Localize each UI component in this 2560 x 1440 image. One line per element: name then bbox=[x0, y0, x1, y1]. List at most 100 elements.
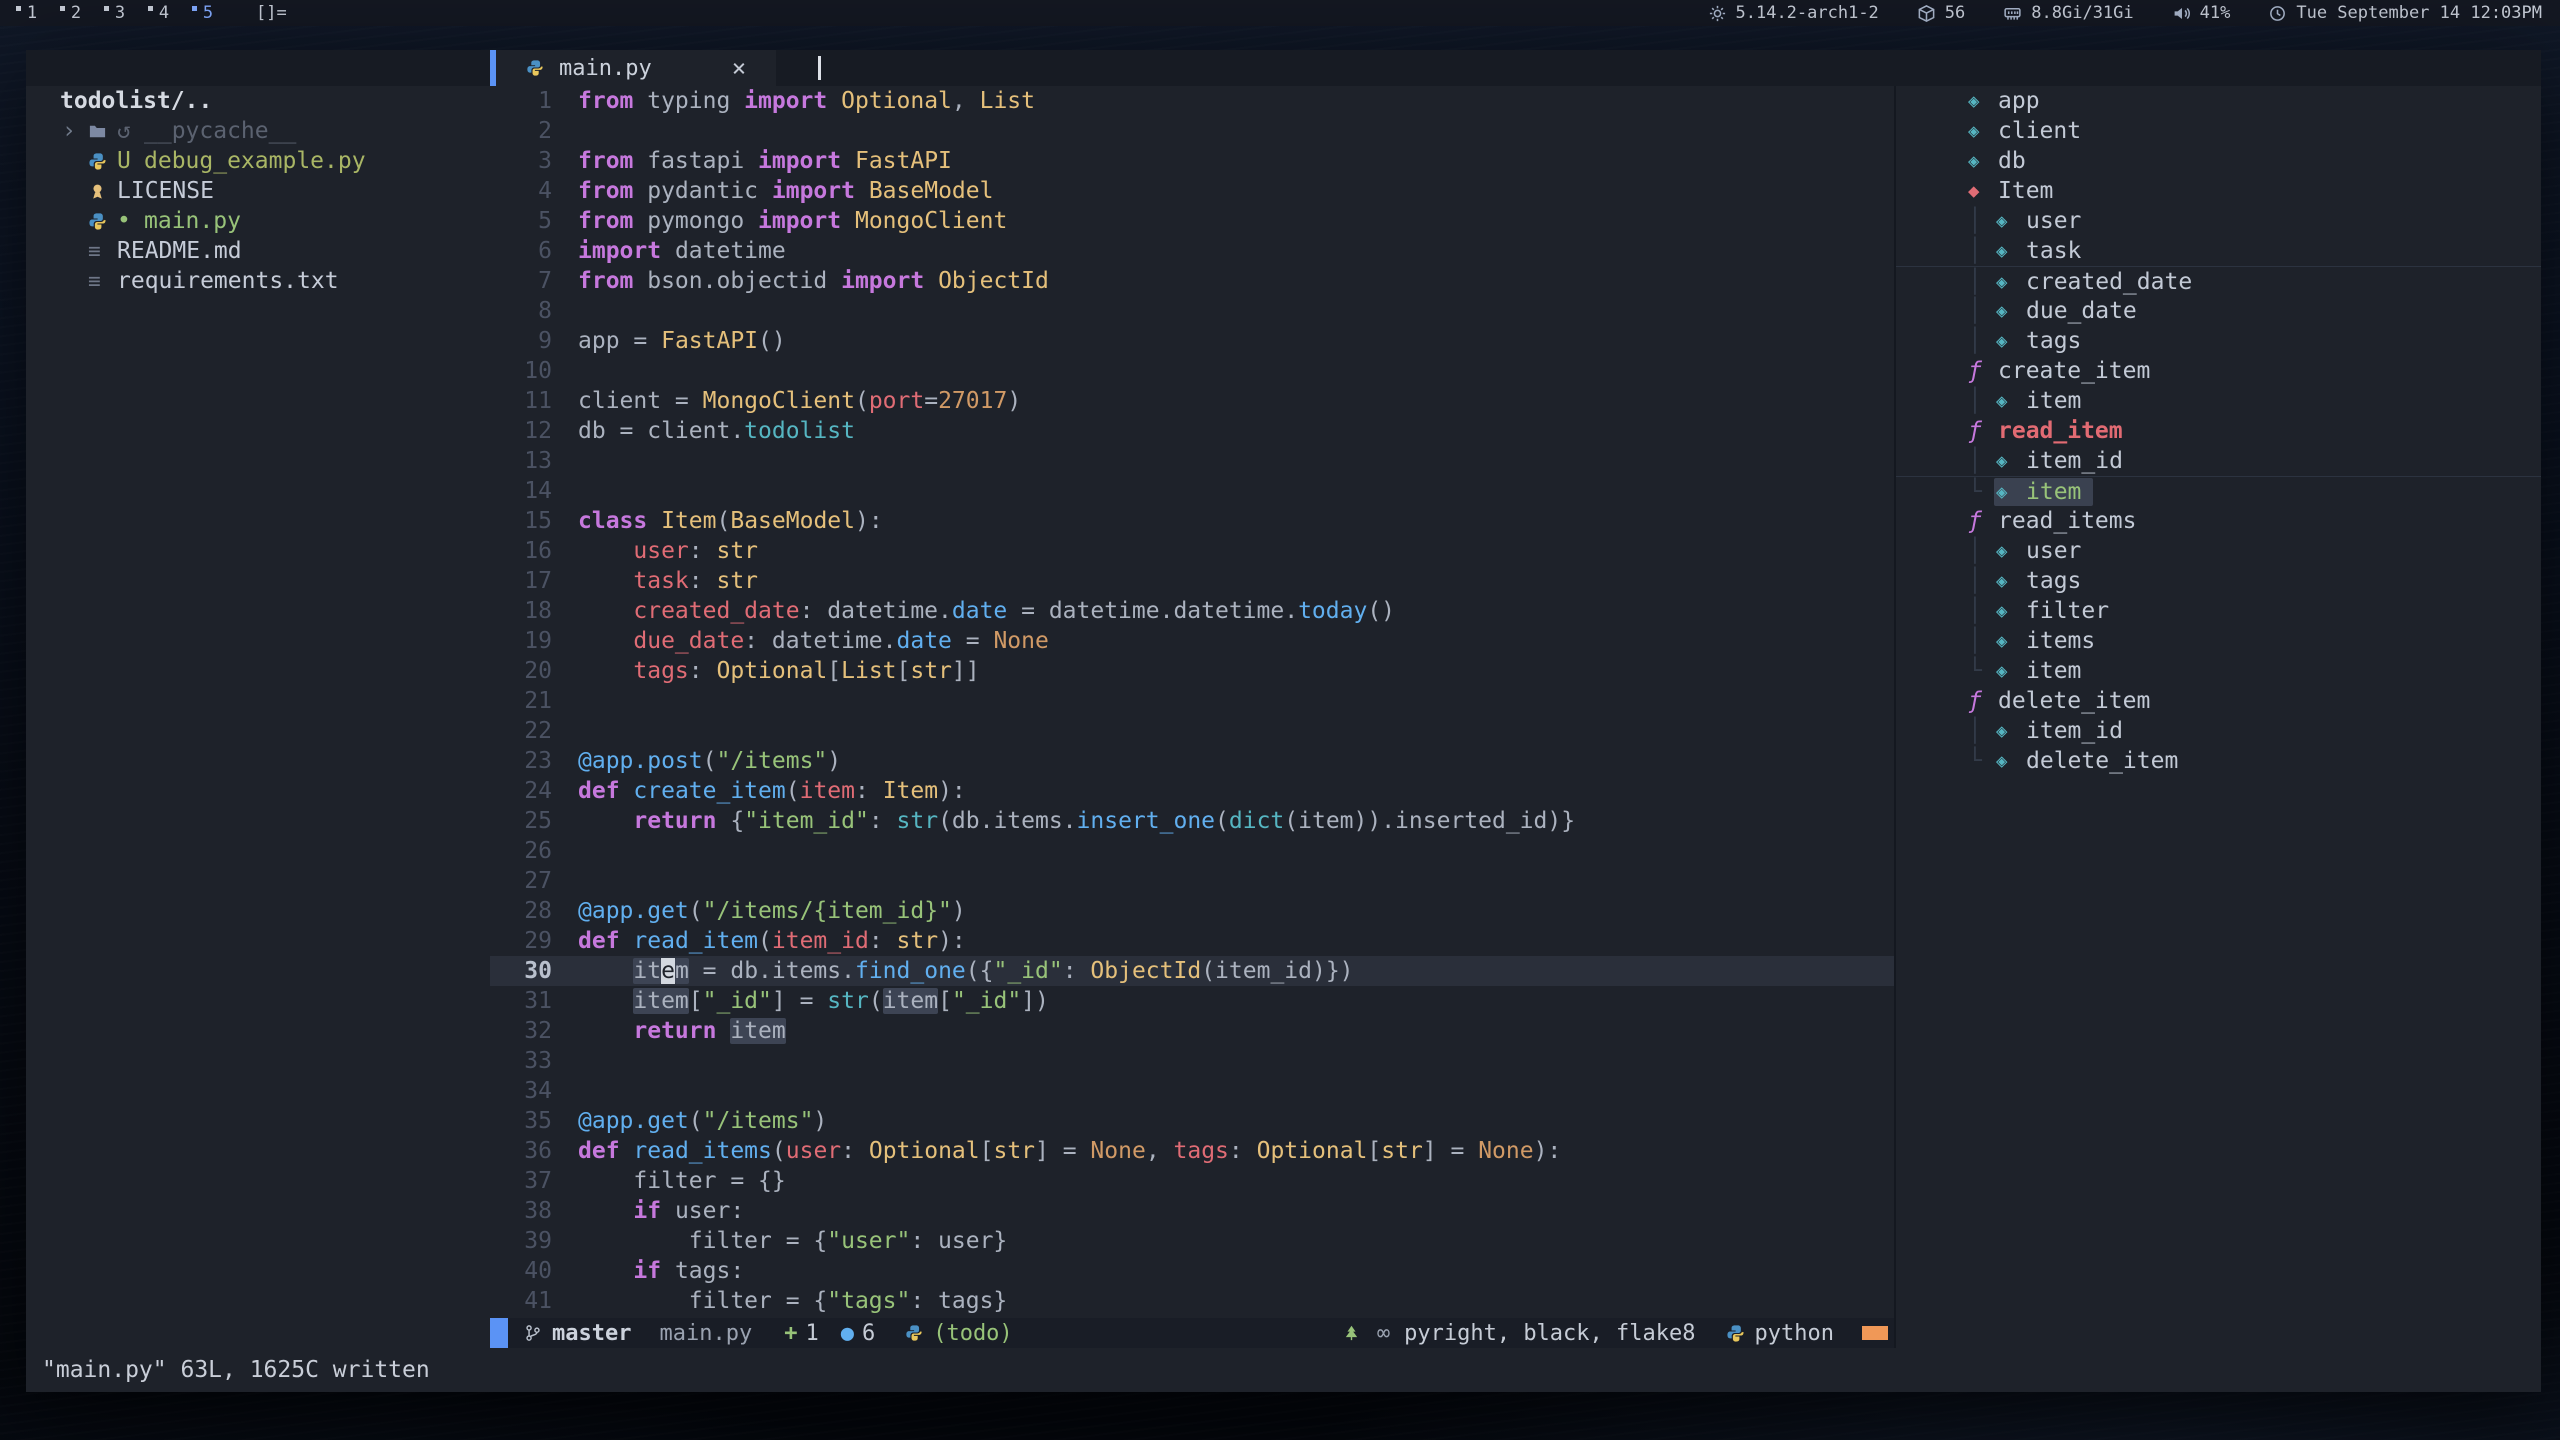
outline-item-item[interactable]: └◈item bbox=[1896, 476, 2541, 506]
outline-item-user[interactable]: │◈user bbox=[1896, 206, 2541, 236]
tree-item-debug-example-py[interactable]: Udebug_example.py bbox=[26, 146, 488, 176]
layout-symbol[interactable]: []= bbox=[256, 3, 287, 23]
code-line-20[interactable]: 20 tags: Optional[List[str]] bbox=[490, 656, 1894, 686]
tree-item-license[interactable]: LICENSE bbox=[26, 176, 488, 206]
outline-item-client[interactable]: ◈client bbox=[1896, 116, 2541, 146]
code-line-2[interactable]: 2 bbox=[490, 116, 1894, 146]
workspace-tag-4[interactable]: 4 bbox=[142, 3, 186, 23]
outline-item-item[interactable]: └◈item bbox=[1896, 656, 2541, 686]
code-line-14[interactable]: 14 bbox=[490, 476, 1894, 506]
code-line-37[interactable]: 37 filter = {} bbox=[490, 1166, 1894, 1196]
outline-item-Item[interactable]: ◆Item bbox=[1896, 176, 2541, 206]
code-line-39[interactable]: 39 filter = {"user": user} bbox=[490, 1226, 1894, 1256]
code-line-13[interactable]: 13 bbox=[490, 446, 1894, 476]
code-line-7[interactable]: 7from bson.objectid import ObjectId bbox=[490, 266, 1894, 296]
outline-item-app[interactable]: ◈app bbox=[1896, 86, 2541, 116]
code-line-22[interactable]: 22 bbox=[490, 716, 1894, 746]
function-icon: ƒ bbox=[1968, 508, 1998, 534]
code-editor[interactable]: 1from typing import Optional, List23from… bbox=[490, 86, 1894, 1318]
tab-main-py[interactable]: main.py × bbox=[496, 50, 776, 86]
outline-item-tags[interactable]: │◈tags bbox=[1896, 326, 2541, 356]
code-line-25[interactable]: 25 return {"item_id": str(db.items.inser… bbox=[490, 806, 1894, 836]
code-line-11[interactable]: 11client = MongoClient(port=27017) bbox=[490, 386, 1894, 416]
code-line-35[interactable]: 35@app.get("/items") bbox=[490, 1106, 1894, 1136]
outline-item-read_items[interactable]: ƒread_items bbox=[1896, 506, 2541, 536]
kernel-module: 5.14.2-arch1-2 bbox=[1708, 3, 1879, 23]
code-line-4[interactable]: 4from pydantic import BaseModel bbox=[490, 176, 1894, 206]
git-changed-icon: ● bbox=[841, 1321, 854, 1346]
code-line-33[interactable]: 33 bbox=[490, 1046, 1894, 1076]
top-bar: 1 2 3 4 5 []= 5.14.2-arch1-2 56 8.8Gi/31… bbox=[0, 0, 2560, 26]
outline-item-delete_item[interactable]: └◈delete_item bbox=[1896, 746, 2541, 776]
field-icon: ◈ bbox=[1996, 210, 2026, 232]
outline-item-create_item[interactable]: ƒcreate_item bbox=[1896, 356, 2541, 386]
code-line-3[interactable]: 3from fastapi import FastAPI bbox=[490, 146, 1894, 176]
tag-occupied-indicator bbox=[16, 6, 21, 11]
code-text: def create_item(item: Item): bbox=[578, 778, 966, 804]
outline-item-created_date[interactable]: │◈created_date bbox=[1896, 266, 2541, 296]
code-line-31[interactable]: 31 item["_id"] = str(item["_id"]) bbox=[490, 986, 1894, 1016]
outline-item-db[interactable]: ◈db bbox=[1896, 146, 2541, 176]
outline-item-read_item[interactable]: ƒread_item bbox=[1896, 416, 2541, 446]
code-text: item["_id"] = str(item["_id"]) bbox=[578, 988, 1049, 1014]
code-line-16[interactable]: 16 user: str bbox=[490, 536, 1894, 566]
code-line-6[interactable]: 6import datetime bbox=[490, 236, 1894, 266]
git-added-count: 1 bbox=[805, 1321, 818, 1346]
code-line-17[interactable]: 17 task: str bbox=[490, 566, 1894, 596]
tree-root[interactable]: todolist/.. bbox=[26, 86, 488, 116]
code-line-15[interactable]: 15class Item(BaseModel): bbox=[490, 506, 1894, 536]
code-line-26[interactable]: 26 bbox=[490, 836, 1894, 866]
code-line-40[interactable]: 40 if tags: bbox=[490, 1256, 1894, 1286]
outline-item-item_id[interactable]: │◈item_id bbox=[1896, 716, 2541, 746]
outline-item-task[interactable]: │◈task bbox=[1896, 236, 2541, 266]
code-text: due_date: datetime.date = None bbox=[578, 628, 1049, 654]
code-line-18[interactable]: 18 created_date: datetime.date = datetim… bbox=[490, 596, 1894, 626]
code-line-41[interactable]: 41 filter = {"tags": tags} bbox=[490, 1286, 1894, 1316]
memory-icon bbox=[2003, 4, 2022, 23]
code-line-38[interactable]: 38 if user: bbox=[490, 1196, 1894, 1226]
code-line-30[interactable]: 30 item = db.items.find_one({"_id": Obje… bbox=[490, 956, 1894, 986]
tree-guide: └ bbox=[1968, 748, 1996, 774]
tree-guide: │ bbox=[1968, 538, 1996, 564]
chevron-right-icon[interactable]: › bbox=[62, 118, 88, 144]
code-line-21[interactable]: 21 bbox=[490, 686, 1894, 716]
statusline: master main.py + 1 ● 6 (todo) ∞ pyright,… bbox=[490, 1318, 1894, 1348]
status-modules: 5.14.2-arch1-2 56 8.8Gi/31Gi 41% Tue Sep… bbox=[1708, 3, 2551, 23]
workspace-tag-5[interactable]: 5 bbox=[186, 3, 230, 23]
code-line-29[interactable]: 29def read_item(item_id: str): bbox=[490, 926, 1894, 956]
outline-item-item[interactable]: │◈item bbox=[1896, 386, 2541, 416]
code-line-1[interactable]: 1from typing import Optional, List bbox=[490, 86, 1894, 116]
code-line-19[interactable]: 19 due_date: datetime.date = None bbox=[490, 626, 1894, 656]
workspace-tag-3[interactable]: 3 bbox=[98, 3, 142, 23]
outline-item-tags[interactable]: │◈tags bbox=[1896, 566, 2541, 596]
outline-item-user[interactable]: │◈user bbox=[1896, 536, 2541, 566]
tree-item--pycache-[interactable]: ›↺__pycache__ bbox=[26, 116, 488, 146]
tree-guide: │ bbox=[1968, 238, 1996, 264]
code-line-8[interactable]: 8 bbox=[490, 296, 1894, 326]
outline-item-due_date[interactable]: │◈due_date bbox=[1896, 296, 2541, 326]
tree-guide: │ bbox=[1968, 448, 1996, 474]
code-line-23[interactable]: 23@app.post("/items") bbox=[490, 746, 1894, 776]
code-line-12[interactable]: 12db = client.todolist bbox=[490, 416, 1894, 446]
tree-item-main-py[interactable]: •main.py bbox=[26, 206, 488, 236]
text-icon: ≡ bbox=[88, 269, 117, 293]
code-line-5[interactable]: 5from pymongo import MongoClient bbox=[490, 206, 1894, 236]
editor-cursor: e bbox=[661, 958, 675, 984]
code-line-27[interactable]: 27 bbox=[490, 866, 1894, 896]
tab-close-icon[interactable]: × bbox=[732, 54, 746, 82]
tree-item-readme-md[interactable]: ≡README.md bbox=[26, 236, 488, 266]
code-line-32[interactable]: 32 return item bbox=[490, 1016, 1894, 1046]
outline-item-item_id[interactable]: │◈item_id bbox=[1896, 446, 2541, 476]
workspace-tag-2[interactable]: 2 bbox=[54, 3, 98, 23]
workspace-tag-1[interactable]: 1 bbox=[10, 3, 54, 23]
code-line-24[interactable]: 24def create_item(item: Item): bbox=[490, 776, 1894, 806]
code-line-36[interactable]: 36def read_items(user: Optional[str] = N… bbox=[490, 1136, 1894, 1166]
code-line-10[interactable]: 10 bbox=[490, 356, 1894, 386]
tree-item-requirements-txt[interactable]: ≡requirements.txt bbox=[26, 266, 488, 296]
outline-item-delete_item[interactable]: ƒdelete_item bbox=[1896, 686, 2541, 716]
outline-item-items[interactable]: │◈items bbox=[1896, 626, 2541, 656]
code-line-9[interactable]: 9app = FastAPI() bbox=[490, 326, 1894, 356]
outline-item-filter[interactable]: │◈filter bbox=[1896, 596, 2541, 626]
code-line-34[interactable]: 34 bbox=[490, 1076, 1894, 1106]
code-line-28[interactable]: 28@app.get("/items/{item_id}") bbox=[490, 896, 1894, 926]
